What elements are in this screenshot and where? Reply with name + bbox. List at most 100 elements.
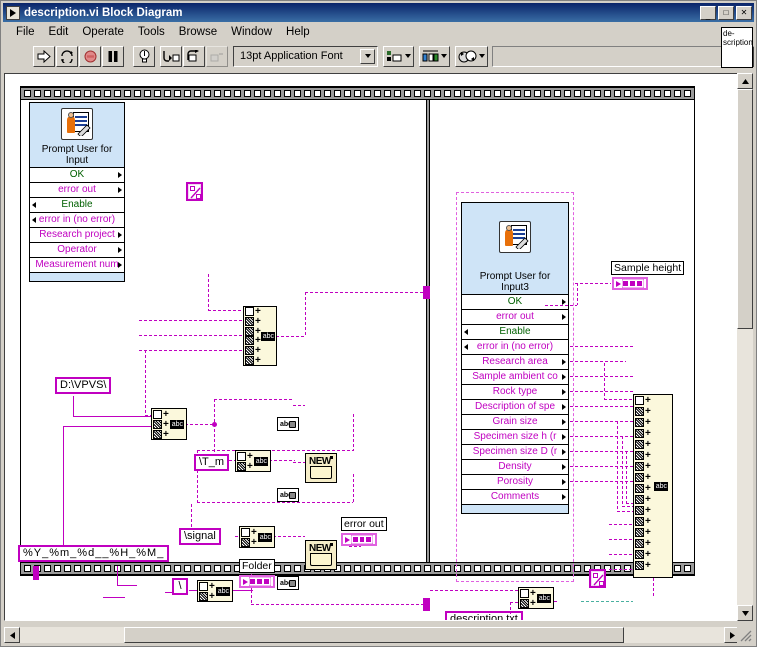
align-objects-button[interactable] <box>383 45 414 67</box>
prompt2-terminal-ok[interactable]: OK <box>462 294 568 309</box>
prompt2-terminal-error-in[interactable]: error in (no error) <box>462 339 568 354</box>
prompt1-terminal-error-in[interactable]: error in (no error) <box>30 212 124 227</box>
create-folder-node-1[interactable]: NEW <box>305 453 337 483</box>
prompt2-terminal-specimen-size-h[interactable]: Specimen size h (r <box>462 429 568 444</box>
reorder-button[interactable] <box>455 45 488 67</box>
description-file-constant[interactable]: description.txt <box>445 611 523 620</box>
sample-height-indicator[interactable] <box>612 277 648 290</box>
buildpath5-glyph: abc <box>537 593 552 603</box>
prompt2-terminal-sample-ambient-conditions[interactable]: Sample ambient co <box>462 369 568 384</box>
build-path-node-2[interactable]: + + abc <box>235 450 271 472</box>
folder-indicator[interactable] <box>239 575 275 588</box>
step-into-button[interactable] <box>160 45 182 67</box>
resize-grip[interactable] <box>737 627 753 643</box>
error-out-indicator[interactable] <box>341 533 377 546</box>
prompt2-terminal-grain-size[interactable]: Grain size <box>462 414 568 429</box>
build-path-node-5[interactable]: + + abc <box>518 587 554 609</box>
scroll-down-button[interactable] <box>737 605 753 621</box>
sequence-tunnel-bottom[interactable] <box>423 598 430 611</box>
wire-build4-out <box>233 590 253 591</box>
backslash-constant[interactable]: \ <box>172 578 188 595</box>
window-title: description.vi Block Diagram <box>24 6 183 19</box>
close-button[interactable]: ✕ <box>736 5 752 20</box>
horizontal-scroll-thumb[interactable] <box>124 627 624 643</box>
prompt1-terminal-operator[interactable]: Operator <box>30 242 124 257</box>
horizontal-scrollbar[interactable] <box>4 627 740 643</box>
highlight-execution-button[interactable] <box>133 45 155 67</box>
string-to-path-node-1[interactable]: abc <box>277 417 299 431</box>
prompt2-terminal-description-of-specimen[interactable]: Description of spe <box>462 399 568 414</box>
prompt-user-for-input3-node[interactable]: Prompt User for Input3 OK error out Enab… <box>461 202 569 514</box>
prompt2-terminal-blank <box>462 504 568 513</box>
base-path-constant[interactable]: D:\VPVS\ <box>55 377 112 394</box>
prompt1-terminal-measurement-num[interactable]: Measurement num <box>30 257 124 272</box>
t-m-constant[interactable]: \T_m <box>194 454 230 471</box>
distribute-objects-button[interactable] <box>419 45 450 67</box>
concat1-ports: + + + + + + <box>244 307 261 365</box>
font-selector-chevron-down-icon[interactable] <box>360 48 375 64</box>
block-diagram-canvas[interactable]: Prompt User for Input OK error out Enabl… <box>4 73 740 621</box>
vertical-scroll-thumb[interactable] <box>737 89 753 329</box>
menu-item-operate[interactable]: Operate <box>75 25 131 39</box>
menu-item-file[interactable]: File <box>9 25 42 39</box>
prompt2-terminal-porosity[interactable]: Porosity <box>462 474 568 489</box>
buildpath1-ports: + + + <box>152 409 169 439</box>
vi-icon-preview[interactable]: de-scription <box>721 27 753 68</box>
align-chevron-down-icon[interactable] <box>405 54 411 58</box>
create-folder-node-2[interactable]: NEW <box>305 540 337 570</box>
timestamp-format-constant[interactable]: %Y_%m_%d__%H_%M_ <box>18 545 170 562</box>
prompt2-terminal-specimen-size-d[interactable]: Specimen size D (r <box>462 444 568 459</box>
prompt1-terminal-research-project[interactable]: Research project <box>30 227 124 242</box>
prompt2-terminal-enable[interactable]: Enable <box>462 324 568 339</box>
prompt2-terminal-research-area[interactable]: Research area <box>462 354 568 369</box>
build-path-node-1[interactable]: + + + abc <box>151 408 187 440</box>
menu-item-window[interactable]: Window <box>224 25 279 39</box>
step-over-button[interactable] <box>183 45 205 67</box>
prompt-user-icon <box>61 108 93 140</box>
maximize-button[interactable]: □ <box>718 5 734 20</box>
scroll-up-button[interactable] <box>737 73 753 89</box>
menu-item-tools[interactable]: Tools <box>131 25 172 39</box>
prompt2-terminal-rock-type[interactable]: Rock type <box>462 384 568 399</box>
concatenate-strings-node-1[interactable]: + + + + + + abc <box>243 306 277 366</box>
sequence-tunnel-top[interactable] <box>423 286 430 299</box>
buildpath2-ports: + + <box>236 451 253 471</box>
run-continuously-button[interactable] <box>56 45 78 67</box>
menu-item-browse[interactable]: Browse <box>172 25 224 39</box>
prompt1-terminal-error-out[interactable]: error out <box>30 182 124 197</box>
wire-concat1-up <box>305 292 306 337</box>
menu-item-help[interactable]: Help <box>279 25 317 39</box>
distribute-chevron-down-icon[interactable] <box>441 54 447 58</box>
prompt2-terminal-comments[interactable]: Comments <box>462 489 568 504</box>
buildpath5-ports: + + <box>519 588 536 608</box>
vertical-scrollbar[interactable] <box>737 73 753 621</box>
signal-constant[interactable]: \signal <box>179 528 221 545</box>
string-to-path-node-2[interactable]: abc <box>277 488 299 502</box>
reorder-chevron-down-icon[interactable] <box>479 54 485 58</box>
prompt1-terminal-ok[interactable]: OK <box>30 167 124 182</box>
prompt1-terminal-enable[interactable]: Enable <box>30 197 124 212</box>
wire-tunnel-to-build5 <box>430 590 518 591</box>
format-into-string-node-1[interactable] <box>186 182 203 201</box>
prompt-user-for-input-node[interactable]: Prompt User for Input OK error out Enabl… <box>29 102 125 282</box>
wire-buildpath1-out <box>185 424 215 425</box>
scroll-left-button[interactable] <box>4 627 20 643</box>
prompt2-terminal-density[interactable]: Density <box>462 459 568 474</box>
abort-execution-button[interactable] <box>79 45 101 67</box>
step-out-button[interactable] <box>206 45 228 67</box>
concatenate-strings-node-2[interactable]: + + + + + + + + + + + + + + + + abc <box>633 394 673 578</box>
prompt2-terminal-error-out[interactable]: error out <box>462 309 568 324</box>
build-path-node-4[interactable]: + + abc <box>197 580 233 602</box>
wire-p2-porosity <box>570 466 633 467</box>
pause-button[interactable] <box>102 45 124 67</box>
build-path-node-3[interactable]: + + abc <box>239 526 275 548</box>
wire-abc1-to-new1 <box>293 405 305 406</box>
buildpath1-glyph: abc <box>170 419 185 429</box>
string-to-path-node-3[interactable]: abc <box>277 576 299 590</box>
wire-left-bus-to-build <box>63 426 153 427</box>
menu-item-edit[interactable]: Edit <box>42 25 76 39</box>
minimize-button[interactable]: _ <box>700 5 716 20</box>
format-into-string-node-2[interactable] <box>589 569 606 588</box>
font-selector[interactable]: 13pt Application Font <box>233 45 378 67</box>
run-button[interactable] <box>33 45 55 67</box>
